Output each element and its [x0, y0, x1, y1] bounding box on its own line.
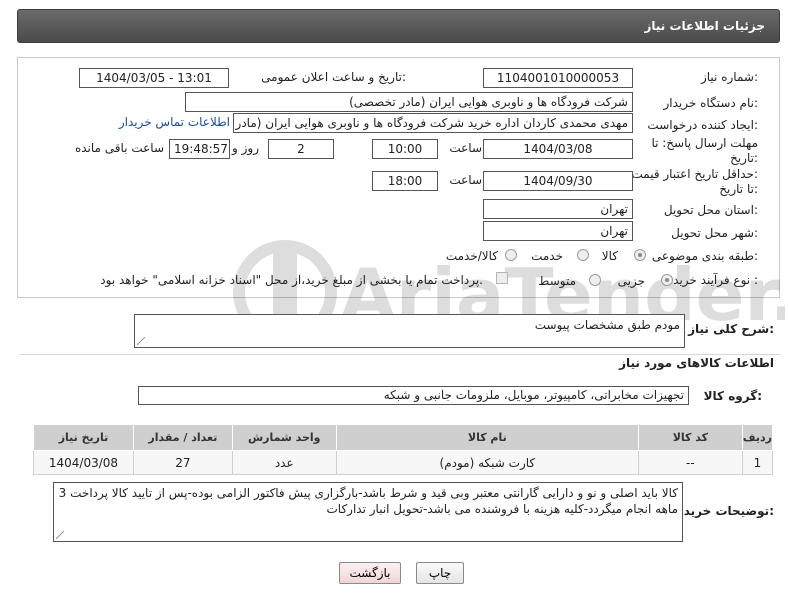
remaining-time-label: ساعت باقی مانده	[74, 141, 164, 155]
days-remaining-field[interactable]: 2	[268, 139, 334, 159]
buyer-notes-label: توضیحات خریدار:	[672, 504, 774, 518]
treasury-payment-checkbox[interactable]	[496, 272, 508, 284]
category-radio-goods-service[interactable]	[505, 249, 517, 261]
province-field[interactable]: تهران	[483, 199, 633, 219]
cell-item-name: کارت شبکه (مودم)	[335, 450, 639, 475]
deadline-label-line2: تاریخ:	[730, 151, 758, 165]
col-code-header: کد کالا	[637, 424, 743, 451]
price-validity-label-line2: تا تاریخ:	[719, 182, 758, 196]
city-label: شهر محل تحویل:	[671, 226, 758, 240]
category-option-service: خدمت	[531, 249, 563, 263]
need-number-label: شماره نیاز:	[700, 70, 758, 84]
header-bar: جزئیات اطلاعات نیاز	[17, 9, 780, 43]
buyer-contact-link[interactable]: اطلاعات تماس خریدار	[119, 115, 230, 129]
col-qty-header: تعداد / مقدار	[132, 424, 233, 451]
col-unit-header: واحد شمارش	[231, 424, 337, 451]
price-validity-time-field[interactable]: 18:00	[372, 171, 438, 191]
cell-quantity: 27	[132, 450, 233, 475]
days-word: روز و	[232, 141, 259, 155]
treasury-payment-note: پرداخت تمام یا بخشی از مبلغ خرید،از محل …	[100, 273, 483, 287]
col-name-header: نام کالا	[335, 424, 639, 451]
resize-handle-icon[interactable]	[137, 337, 145, 345]
goods-section-title: اطلاعات کالاهای مورد نیاز	[619, 356, 774, 370]
buyer-notes-textarea[interactable]: کالا باید اصلی و نو و دارایی گارانتی معت…	[53, 482, 683, 542]
cell-need-date: 1404/03/08	[33, 450, 134, 475]
category-label: طبقه بندی موضوعی:	[651, 249, 758, 263]
city-field[interactable]: تهران	[483, 221, 633, 241]
cell-row-number: 1	[741, 450, 774, 475]
buyer-org-label: نام دستگاه خریدار:	[663, 96, 759, 110]
process-option-minor: جزیی	[617, 274, 645, 288]
deadline-time-field[interactable]: 10:00	[372, 139, 438, 159]
print-button[interactable]: چاپ	[416, 562, 464, 584]
creator-label: ایجاد کننده درخواست:	[647, 118, 758, 132]
summary-divider	[20, 354, 780, 355]
process-option-medium: متوسط	[538, 274, 576, 288]
cell-unit: عدد	[231, 450, 337, 475]
buyer-org-field[interactable]: شرکت فرودگاه ها و ناوبری هوایی ایران (ما…	[185, 92, 633, 112]
buyer-notes-text: کالا باید اصلی و نو و دارایی گارانتی معت…	[58, 486, 678, 516]
creator-field[interactable]: مهدی محمدی کاردان اداره خرید شرکت فرودگا…	[233, 113, 633, 133]
process-label: نوع فرآیند خرید :	[673, 273, 758, 287]
table-row[interactable]: 1 -- کارت شبکه (مودم) عدد 27 1404/03/08	[33, 450, 774, 475]
category-radio-service[interactable]	[577, 249, 589, 261]
price-validity-date-field[interactable]: 1404/09/30	[483, 171, 633, 191]
province-label: استان محل تحویل:	[663, 203, 758, 217]
price-time-word: ساعت	[449, 173, 482, 187]
resize-handle-icon[interactable]	[56, 531, 64, 539]
announce-label: تاریخ و ساعت اعلان عمومی:	[261, 70, 406, 84]
category-option-goods-service: کالا/خدمت	[445, 249, 498, 263]
need-number-field[interactable]: 1104001010000053	[483, 68, 633, 88]
remaining-time-field[interactable]: 19:48:57	[169, 139, 230, 159]
deadline-date-field[interactable]: 1404/03/08	[483, 139, 633, 159]
goods-group-field[interactable]: تجهیزات مخابراتی، کامپیوتر، موبایل، ملزو…	[138, 386, 689, 405]
process-radio-minor[interactable]	[661, 274, 673, 286]
summary-label: شرح کلی نیاز:	[688, 322, 774, 336]
deadline-time-word: ساعت	[449, 141, 482, 155]
price-validity-label-line1: حداقل تاریخ اعتبار قیمت:	[631, 167, 758, 181]
table-header-row: ردیف کد کالا نام کالا واحد شمارش تعداد /…	[33, 424, 774, 451]
summary-textarea[interactable]: مودم طبق مشخصات پیوست	[134, 314, 685, 348]
goods-group-label: گروه کالا:	[703, 389, 762, 403]
category-radio-goods[interactable]	[634, 249, 646, 261]
back-button[interactable]: بازگشت	[339, 562, 401, 584]
page-title: جزئیات اطلاعات نیاز	[644, 19, 765, 33]
announce-datetime-field[interactable]: 1404/03/05 - 13:01	[79, 68, 229, 88]
category-option-goods: کالا	[601, 249, 618, 263]
deadline-label-line1: مهلت ارسال پاسخ: تا	[651, 136, 758, 150]
summary-text: مودم طبق مشخصات پیوست	[534, 318, 680, 332]
process-radio-medium[interactable]	[589, 274, 601, 286]
cell-item-code: --	[637, 450, 743, 475]
col-row-header: ردیف	[741, 424, 774, 451]
col-date-header: تاریخ نیاز	[33, 424, 134, 451]
goods-table: ردیف کد کالا نام کالا واحد شمارش تعداد /…	[33, 424, 774, 475]
